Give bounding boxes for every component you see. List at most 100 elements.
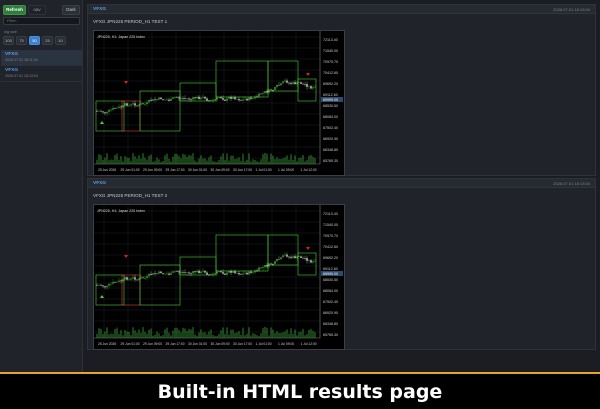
price-tick-label: 69112.60 [323,267,338,271]
candle-body [256,96,258,98]
candle-body [144,103,146,105]
candle-body [106,111,108,114]
candle-body [154,99,156,100]
price-tick-label: 71540.00 [323,49,338,53]
candle-body [104,286,106,288]
sidebar-result-item[interactable]: VFXG 2026.07.01 18:11:04 [1,50,82,66]
candle-body [266,265,268,267]
candle-body [206,98,208,101]
log-size-25-button[interactable]: 25 [42,36,53,45]
sell-arrow-icon [124,81,128,84]
range-box [95,274,125,306]
candle-body [190,99,192,100]
candle-body [164,99,166,101]
candle-body [222,272,224,274]
candle-body [96,285,98,286]
result-item-date: 2026.07.01 18:13:04 [5,74,38,78]
candle-body [126,103,128,106]
time-tick-label: 30 Jun 01:00 [188,168,207,172]
candle-body [182,272,184,273]
candle-body [236,99,238,100]
candle-body [98,110,100,112]
price-tick-label: 68530.50 [323,278,338,282]
candle-body [274,261,276,264]
log-size-10-button[interactable]: 10 [55,36,66,45]
panel-name[interactable]: VFXG [93,181,106,186]
price-tick-label: 65765.30 [323,159,338,163]
candle-body [122,105,124,108]
candle-body [238,99,240,101]
candle-body [204,270,206,273]
candle-body [192,271,194,274]
candle-body [228,271,230,273]
candle-body [264,91,266,94]
price-tick-label: 71540.00 [323,223,338,227]
panel-date: 2026.07.01 18:13:04 [553,6,590,12]
candle-body [230,97,232,99]
candle-body [100,284,102,286]
candle-body [314,86,316,88]
filter-input[interactable]: Filter... [3,17,80,25]
candle-body [142,277,144,279]
panel-name[interactable]: VFXG [93,7,106,12]
candle-body [276,259,278,262]
time-tick-label: 29 Jun 01:00 [121,168,140,172]
candle-body [262,267,264,268]
refresh-button[interactable]: Refresh [3,4,26,15]
candle-body [192,97,194,100]
candle-body [314,260,316,262]
candle-body [298,256,300,257]
sidebar: Refresh oav Dark Filter... log size 100 … [0,0,83,372]
log-size-75-button[interactable]: 75 [16,36,27,45]
candle-body [304,258,306,259]
candle-body [306,258,308,261]
candle-body [166,273,168,275]
candle-body [264,265,266,268]
caption-bar: Built-in HTML results page [0,372,600,409]
price-tick-label: 69112.60 [323,93,338,97]
candle-body [190,273,192,274]
price-tick-label: 70970.70 [323,234,338,238]
candle-body [288,256,290,258]
candle-body [242,99,244,101]
candle-body [198,96,200,100]
candle-body [302,83,304,85]
candle-body [220,97,222,99]
candle-body [134,277,136,280]
candle-body [110,109,112,111]
candle-body [260,267,262,269]
time-tick-label: 25 Jun 2026 [98,342,116,346]
time-tick-label: 25 Jun 2026 [98,168,116,172]
view-switch-button[interactable]: oav [28,4,46,15]
candle-body [108,109,110,112]
candle-body [170,98,172,101]
current-price-label: 69999.00 [323,98,338,102]
log-size-100-button[interactable]: 100 [3,36,14,45]
candle-body [260,93,262,95]
candle-body [246,272,248,275]
candle-body [184,98,186,99]
price-tick-label: 70970.70 [323,60,338,64]
current-price-label: 69999.00 [323,272,338,276]
candle-body [180,272,182,273]
candle-body [148,99,150,103]
candle-body [250,97,252,99]
candle-body [276,85,278,88]
candle-body [258,93,260,97]
price-tick-label: 72113.40 [323,38,338,42]
candle-body [122,279,124,282]
time-tick-label: 30 Jun 09:00 [211,342,230,346]
candle-body [306,84,308,87]
candle-body [112,282,114,284]
sidebar-result-item[interactable]: VFXG 2026.07.01 18:13:04 [1,66,82,82]
log-size-50-button[interactable]: 50 [29,36,40,45]
price-tick-label: 72113.40 [323,212,338,216]
dark-theme-button[interactable]: Dark [62,4,80,15]
time-tick-label: 30 Jun 09:00 [211,168,230,172]
candle-body [174,271,176,272]
candle-body [178,271,180,273]
range-box [267,60,299,92]
candle-body [140,277,142,279]
candle-body [282,81,284,84]
candle-body [298,82,300,83]
